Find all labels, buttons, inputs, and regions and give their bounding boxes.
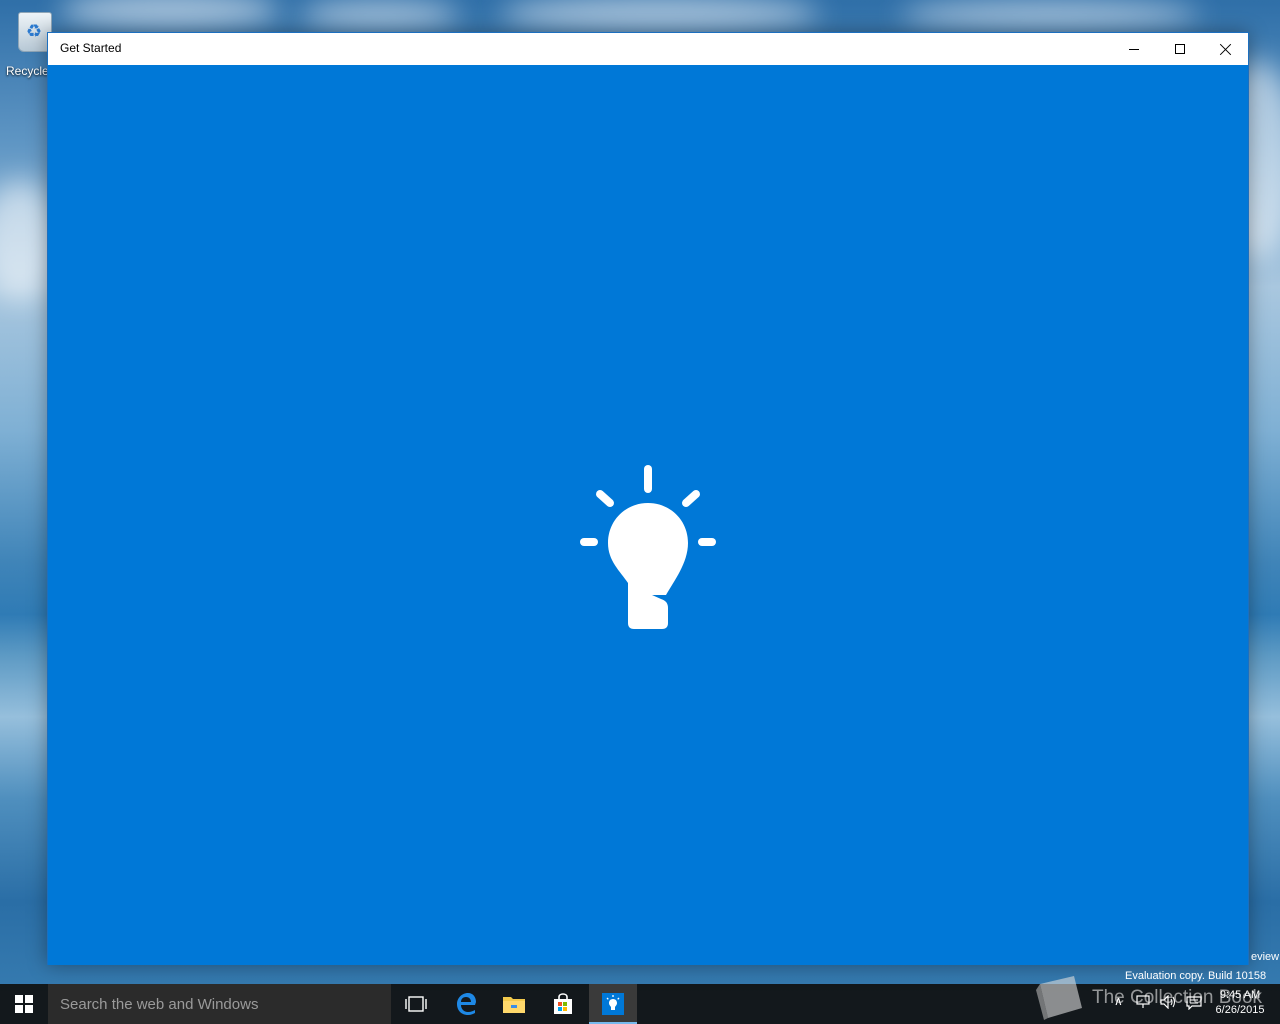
maximize-button[interactable]	[1157, 33, 1203, 65]
minimize-icon	[1129, 48, 1139, 50]
task-view-button[interactable]	[392, 984, 440, 1024]
clock-date: 6/26/2015	[1215, 1004, 1265, 1016]
splash-content	[48, 65, 1248, 965]
close-icon	[1220, 43, 1232, 55]
watermark-preview-text: eview	[1251, 951, 1280, 963]
book-icon	[1036, 976, 1082, 1020]
search-placeholder: Search the web and Windows	[60, 995, 259, 1013]
action-center-icon[interactable]	[1186, 996, 1202, 1015]
windows-logo-icon	[15, 995, 33, 1013]
clock[interactable]: 9:45 AM 6/26/2015	[1210, 988, 1270, 1018]
title-bar[interactable]: Get Started	[48, 33, 1248, 65]
edge-icon	[457, 993, 476, 1015]
edge-button[interactable]	[442, 984, 490, 1024]
get-started-taskbar-button[interactable]	[589, 984, 637, 1024]
store-icon	[554, 993, 572, 1014]
file-explorer-icon	[503, 997, 525, 1013]
start-button[interactable]	[0, 984, 48, 1024]
window-title: Get Started	[60, 41, 122, 55]
get-started-icon	[602, 993, 624, 1015]
recycle-bin-shortcut[interactable]: Recycle	[0, 6, 52, 78]
get-started-window: Get Started	[47, 32, 1249, 965]
task-view-icon	[405, 996, 427, 1012]
taskbar: Search the web and Windows	[0, 984, 1280, 1024]
collection-book-logo	[1030, 974, 1086, 1024]
clock-time: 9:45 AM	[1219, 989, 1261, 1001]
search-box[interactable]: Search the web and Windows	[48, 984, 391, 1024]
file-explorer-button[interactable]	[490, 984, 538, 1024]
volume-icon[interactable]	[1160, 994, 1178, 1014]
close-button[interactable]	[1203, 33, 1249, 65]
network-icon[interactable]	[1136, 995, 1152, 1014]
maximize-icon	[1175, 44, 1185, 54]
recycle-bin-label: Recycle	[6, 64, 49, 78]
lightbulb-icon	[580, 465, 716, 629]
watermark-build-text: Evaluation copy. Build 10158	[1125, 970, 1267, 982]
minimize-button[interactable]	[1111, 33, 1157, 65]
store-button[interactable]	[539, 984, 587, 1024]
show-hidden-icons-chevron-icon[interactable]: ∧	[1114, 994, 1123, 1008]
